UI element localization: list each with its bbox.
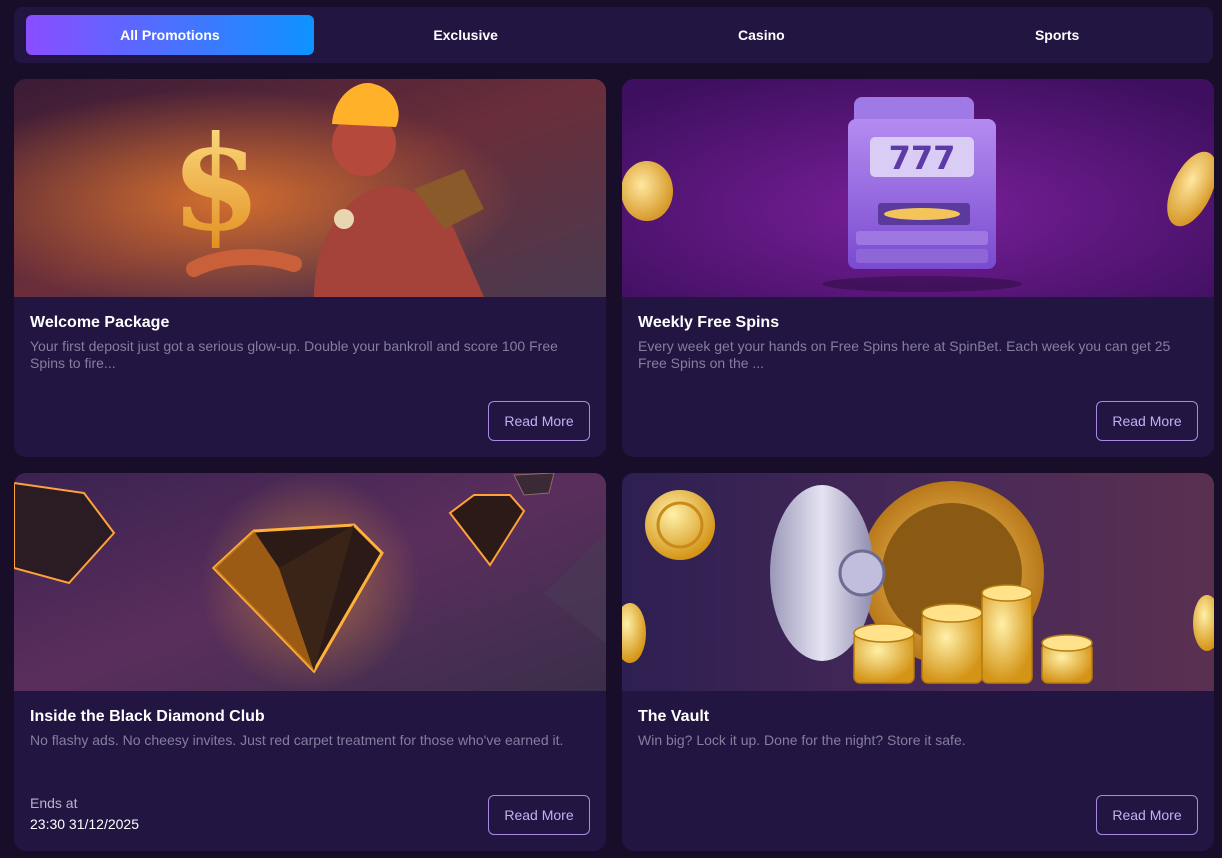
card-description: Win big? Lock it up. Done for the night?… (638, 732, 966, 748)
card-description: No flashy ads. No cheesy invites. Just r… (30, 732, 564, 748)
slot-reels-text: 777 (889, 139, 956, 177)
slot-machine-illustration: 777 (622, 79, 1214, 297)
promo-card-weekly-free-spins: 777 Weekly Free Spins Every week get you… (622, 79, 1214, 457)
read-more-button[interactable]: Read More (1096, 795, 1198, 835)
vault-coins-illustration (622, 473, 1214, 691)
card-title: The Vault (638, 708, 710, 725)
promotion-tabs: All Promotions Exclusive Casino Sports (14, 7, 1213, 63)
read-more-button[interactable]: Read More (488, 795, 590, 835)
tab-sports[interactable]: Sports (913, 15, 1201, 55)
ends-at-label: Ends at (30, 795, 78, 811)
svg-text:$: $ (171, 107, 261, 260)
tab-all-promotions[interactable]: All Promotions (26, 15, 314, 55)
card-title: Inside the Black Diamond Club (30, 708, 265, 725)
card-description: Your first deposit just got a serious gl… (30, 338, 558, 371)
card-title: Weekly Free Spins (638, 314, 780, 331)
card-title: Welcome Package (30, 314, 170, 331)
read-more-button[interactable]: Read More (488, 401, 590, 441)
black-diamond-illustration (14, 473, 606, 691)
tab-exclusive[interactable]: Exclusive (322, 15, 610, 55)
promo-card-the-vault: The Vault Win big? Lock it up. Done for … (622, 473, 1214, 851)
read-more-button[interactable]: Read More (1096, 401, 1198, 441)
promo-card-welcome-package: $ Welcome Package Your first deposit jus… (14, 79, 606, 457)
fire-demon-dollar-illustration: $ (14, 79, 606, 297)
card-description: Every week get your hands on Free Spins … (638, 338, 1171, 371)
promo-card-black-diamond-club: Inside the Black Diamond Club No flashy … (14, 473, 606, 851)
ends-at-value: 23:30 31/12/2025 (30, 816, 139, 832)
tab-casino[interactable]: Casino (618, 15, 906, 55)
